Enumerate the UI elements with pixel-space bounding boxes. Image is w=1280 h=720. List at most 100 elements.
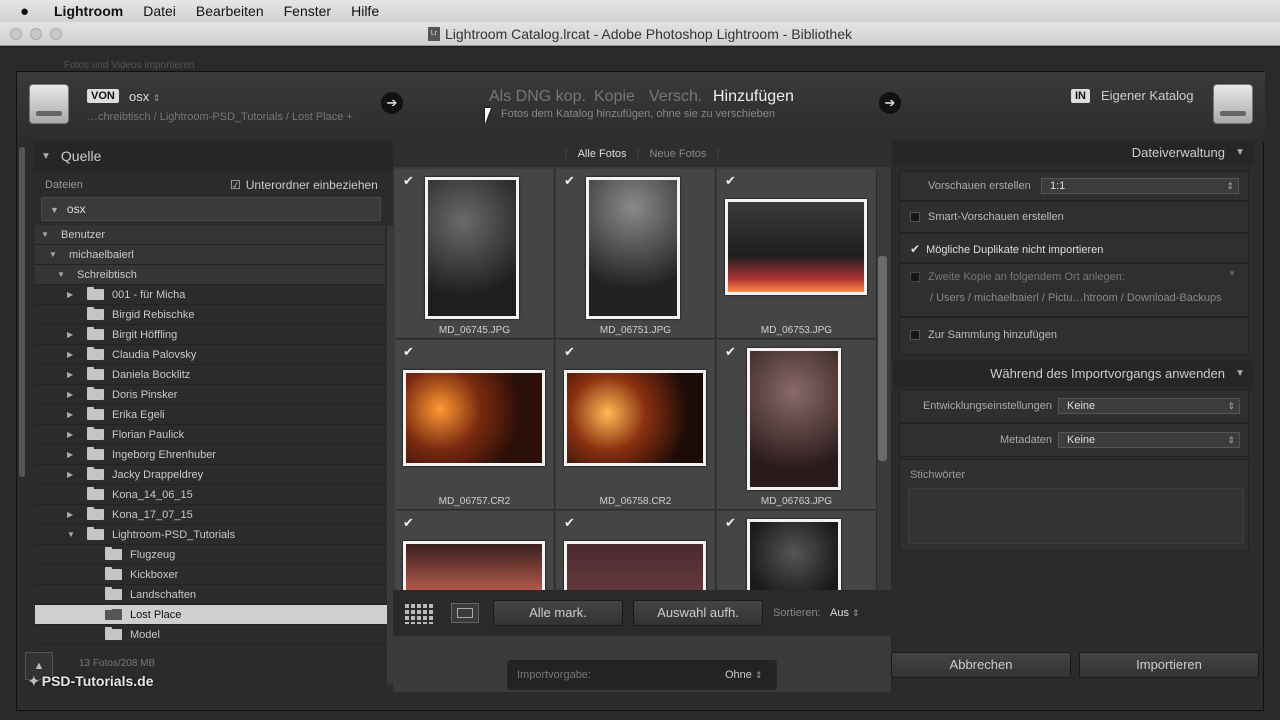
tree-item[interactable]: ▶ Doris Pinsker	[35, 385, 385, 405]
collapse-triangle-icon[interactable]: ▶	[67, 330, 77, 339]
tree-item[interactable]: ▶ Birgit Höffling	[35, 325, 385, 345]
collapse-triangle-icon[interactable]: ▶	[67, 350, 77, 359]
tab-new-photos[interactable]: Neue Fotos	[650, 148, 707, 160]
expand-triangle-icon[interactable]: ▼	[57, 270, 67, 279]
thumbnail-cell[interactable]: ✔	[395, 511, 555, 601]
menu-fenster[interactable]: Fenster	[284, 3, 331, 19]
source-selector[interactable]: osx ⇕	[129, 89, 160, 104]
deselect-button[interactable]: Auswahl aufh.	[633, 600, 763, 626]
file-handling-header[interactable]: Dateiverwaltung ▼	[893, 141, 1253, 165]
grid-scrollbar[interactable]	[878, 256, 887, 461]
tree-item[interactable]: Flugzeug	[35, 545, 385, 565]
expand-triangle-icon[interactable]: ▼	[41, 230, 51, 239]
mode-add[interactable]: Hinzufügen	[713, 88, 794, 106]
add-to-collection-checkbox[interactable]: Zur Sammlung hinzufügen	[910, 329, 1057, 341]
collapse-triangle-icon[interactable]: ▶	[67, 430, 77, 439]
photo-thumbnail[interactable]	[725, 199, 867, 295]
tree-item[interactable]: ▶ Ingeborg Ehrenhuber	[35, 445, 385, 465]
photo-thumbnail[interactable]	[747, 519, 841, 601]
tree-item[interactable]: ▶ Daniela Bocklitz	[35, 365, 385, 385]
tree-item[interactable]: ▼ Lightroom-PSD_Tutorials	[35, 525, 385, 545]
photo-thumbnail[interactable]	[564, 370, 706, 466]
photo-thumbnail[interactable]	[747, 348, 841, 490]
volume-row[interactable]: ▼ osx	[41, 197, 381, 221]
minimize-window-button[interactable]	[30, 28, 42, 40]
tree-item[interactable]: Kona_14_06_15	[35, 485, 385, 505]
collapse-triangle-icon[interactable]: ▶	[67, 370, 77, 379]
apply-during-import-header[interactable]: Während des Importvorgangs anwenden ▼	[893, 361, 1253, 387]
checkmark-icon[interactable]: ✔	[403, 516, 415, 529]
keywords-input[interactable]	[908, 488, 1244, 544]
mode-move[interactable]: Versch.	[649, 88, 702, 106]
checkmark-icon[interactable]: ✔	[725, 174, 737, 187]
tree-item-selected[interactable]: Lost Place	[35, 605, 391, 625]
close-window-button[interactable]	[10, 28, 22, 40]
expand-triangle-icon[interactable]: ▼	[67, 530, 77, 539]
collapse-triangle-icon[interactable]: ▶	[67, 410, 77, 419]
cancel-button[interactable]: Abbrechen	[891, 652, 1071, 678]
tree-item[interactable]: Model	[35, 625, 385, 645]
thumbnail-cell[interactable]: ✔	[717, 511, 877, 601]
checkmark-icon[interactable]: ✔	[564, 516, 576, 529]
tree-item[interactable]: Landschaften	[35, 585, 385, 605]
checkmark-icon[interactable]: ✔	[403, 345, 415, 358]
chevron-down-icon[interactable]: ▼	[1228, 269, 1236, 278]
tree-item[interactable]: ▶ Claudia Palovsky	[35, 345, 385, 365]
tree-item[interactable]: ▶ Florian Paulick	[35, 425, 385, 445]
grid-view-icon[interactable]	[405, 604, 435, 624]
tree-item[interactable]: ▶ Kona_17_07_15	[35, 505, 385, 525]
source-drive-icon[interactable]	[29, 84, 69, 124]
thumbnail-cell[interactable]: ✔	[556, 511, 716, 601]
zoom-window-button[interactable]	[50, 28, 62, 40]
thumbnail-cell[interactable]: ✔ MD_06753.JPG	[717, 169, 877, 339]
tab-all-photos[interactable]: Alle Fotos	[578, 148, 627, 160]
thumbnail-cell[interactable]: ✔ MD_06758.CR2	[556, 340, 716, 510]
previews-select[interactable]: 1:1	[1041, 178, 1239, 194]
smart-previews-checkbox[interactable]: Smart-Vorschauen erstellen	[910, 211, 1064, 223]
import-button[interactable]: Importieren	[1079, 652, 1259, 678]
source-path[interactable]: …chreibtisch / Lightroom-PSD_Tutorials /…	[87, 111, 353, 123]
left-scrollbar[interactable]	[19, 147, 25, 477]
tree-item[interactable]: ▶ Jacky Drappeldrey	[35, 465, 385, 485]
menu-app[interactable]: Lightroom	[54, 3, 123, 19]
thumbnail-cell[interactable]: ✔ MD_06763.JPG	[717, 340, 877, 510]
mode-copy[interactable]: Kopie	[594, 88, 635, 106]
thumbnail-cell[interactable]: ✔ MD_06745.JPG	[395, 169, 555, 339]
checkmark-icon[interactable]: ✔	[564, 345, 576, 358]
tree-item[interactable]: ▶ 001 - für Micha	[35, 285, 385, 305]
select-all-button[interactable]: Alle mark.	[493, 600, 623, 626]
no-duplicates-checkbox[interactable]: ✔ Mögliche Duplikate nicht importieren	[910, 242, 1103, 256]
sort-selector[interactable]: Aus ⇕	[830, 607, 860, 619]
menu-datei[interactable]: Datei	[143, 3, 176, 19]
develop-settings-select[interactable]: Keine	[1058, 398, 1240, 414]
collapse-triangle-icon[interactable]: ▶	[67, 510, 77, 519]
collapse-triangle-icon[interactable]: ▶	[67, 450, 77, 459]
collapse-triangle-icon[interactable]: ▶	[67, 470, 77, 479]
checkmark-icon[interactable]: ✔	[403, 174, 415, 187]
apple-icon[interactable]: ●	[20, 3, 40, 20]
menu-hilfe[interactable]: Hilfe	[351, 3, 379, 19]
tree-item[interactable]: Kickboxer	[35, 565, 385, 585]
photo-thumbnail[interactable]	[425, 177, 519, 319]
second-copy-checkbox[interactable]: Zweite Kopie an folgendem Ort anlegen:	[910, 271, 1125, 283]
collapse-triangle-icon[interactable]: ▶	[67, 390, 77, 399]
tree-item[interactable]: ▶ Erika Egeli	[35, 405, 385, 425]
metadata-select[interactable]: Keine	[1058, 432, 1240, 448]
photo-thumbnail[interactable]	[403, 370, 545, 466]
tree-item[interactable]: Birgid Rebischke	[35, 305, 385, 325]
source-panel-header[interactable]: ▼ Quelle	[35, 141, 405, 171]
tree-item[interactable]: ▼ Schreibtisch	[35, 265, 385, 285]
thumbnail-cell[interactable]: ✔ MD_06757.CR2	[395, 340, 555, 510]
thumbnail-cell[interactable]: ✔ MD_06751.JPG	[556, 169, 716, 339]
menu-bearbeiten[interactable]: Bearbeiten	[196, 3, 264, 19]
tree-item[interactable]: ▼ michaelbaierl	[35, 245, 385, 265]
checkmark-icon[interactable]: ✔	[564, 174, 576, 187]
checkmark-icon[interactable]: ✔	[725, 516, 737, 529]
expand-triangle-icon[interactable]: ▼	[49, 250, 59, 259]
tree-item[interactable]: ▼ Benutzer	[35, 225, 385, 245]
import-preset-selector[interactable]: Ohne ⇕	[725, 669, 763, 681]
checkmark-icon[interactable]: ✔	[725, 345, 737, 358]
collapse-triangle-icon[interactable]: ▶	[67, 290, 77, 299]
include-subfolders-checkbox[interactable]: ☑ Unterordner einbeziehen	[230, 178, 378, 192]
mode-dng-copy[interactable]: Als DNG kop.	[489, 88, 586, 106]
